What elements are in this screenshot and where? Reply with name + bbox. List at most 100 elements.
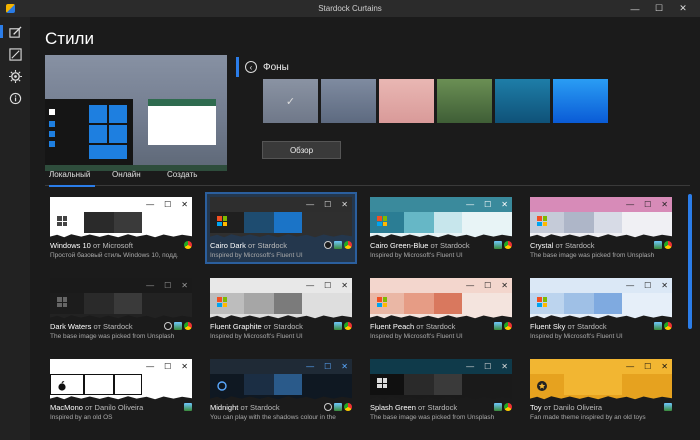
- style-card[interactable]: — ☐ ✕ Midnight от Stardock You can play with…: [207, 356, 355, 424]
- style-card[interactable]: — ☐ ✕ Cairo Green-Blue от Stardock Inspired …: [367, 194, 515, 262]
- style-badges: [324, 241, 352, 249]
- style-author: от Stardock: [430, 241, 470, 250]
- close-button[interactable]: ✕: [672, 0, 694, 17]
- style-title: Dark Waters: [50, 322, 92, 331]
- style-thumbnail: — ☐ ✕: [210, 359, 352, 401]
- style-badges: [324, 403, 352, 411]
- style-author: от Stardock: [567, 322, 607, 331]
- style-name: Fluent Graphite от Stardock: [210, 322, 303, 331]
- rail-info[interactable]: [0, 88, 30, 108]
- maximize-icon: ☐: [164, 281, 172, 290]
- chrome-icon: [344, 403, 352, 411]
- rail-settings[interactable]: [0, 66, 30, 86]
- style-card[interactable]: — ☐ ✕ MacMono от Danilo Oliveira Inspired by…: [47, 356, 195, 424]
- style-thumbnail: — ☐ ✕: [210, 278, 352, 320]
- minimize-icon: —: [630, 3, 640, 14]
- windows-logo-icon: [57, 297, 67, 307]
- chrome-icon: [664, 322, 672, 330]
- style-description: The base image was picked from Unsplash: [530, 252, 655, 259]
- minimize-icon: —: [466, 200, 475, 209]
- apple-logo-icon: [57, 378, 67, 391]
- style-card[interactable]: — ☐ ✕ Toy от Danilo Oliveira Fan made theme …: [527, 356, 675, 424]
- img-icon: [494, 241, 502, 249]
- style-card[interactable]: — ☐ ✕ Fluent Peach от Stardock Inspired by M…: [367, 275, 515, 343]
- style-card[interactable]: — ☐ ✕ Splash Green от Stardock The base imag…: [367, 356, 515, 424]
- img-icon: [184, 403, 192, 411]
- browse-button[interactable]: Обзор: [262, 141, 341, 159]
- section-accent: [236, 57, 239, 77]
- style-card[interactable]: — ☐ ✕ Cairo Dark от Stardock Inspired by Mic…: [205, 192, 357, 264]
- style-card[interactable]: — ☐ ✕ Fluent Sky от Stardock Inspired by Mic…: [527, 275, 675, 343]
- preview-window: [148, 99, 216, 145]
- minimize-icon: —: [146, 200, 155, 209]
- backgrounds-header: ‹ Фоны: [236, 57, 289, 77]
- tab-online-label: Онлайн: [112, 170, 141, 179]
- style-badges: [494, 403, 512, 411]
- close-icon: ✕: [341, 281, 348, 290]
- rail-editor[interactable]: [0, 44, 30, 64]
- windows-logo-icon: [537, 216, 547, 226]
- rail-active-indicator: [0, 25, 3, 38]
- background-thumb-blue-bloom[interactable]: [553, 79, 608, 123]
- backgrounds-label: Фоны: [263, 61, 289, 73]
- maximize-icon: ☐: [654, 3, 664, 13]
- background-thumb-pink-sky[interactable]: [379, 79, 434, 123]
- style-description: Inspired by an old OS: [50, 414, 113, 421]
- style-badges: [494, 241, 512, 249]
- style-thumbnail: — ☐ ✕: [50, 278, 192, 320]
- style-description: Inspired by Microsoft's Fluent UI: [530, 333, 623, 340]
- style-badges: [184, 241, 192, 249]
- back-button[interactable]: ‹: [245, 61, 257, 73]
- style-description: Inspired by Microsoft's Fluent UI: [370, 252, 463, 259]
- style-card[interactable]: — ☐ ✕ Fluent Graphite от Stardock Inspired b…: [207, 275, 355, 343]
- background-thumb-aerial-forest[interactable]: [437, 79, 492, 123]
- rail-styles[interactable]: [0, 22, 30, 42]
- maximize-icon: ☐: [644, 281, 652, 290]
- background-thumb-ocean[interactable]: [495, 79, 550, 123]
- edit-style-icon: [8, 25, 22, 38]
- chrome-icon: [344, 241, 352, 249]
- close-icon: ✕: [661, 200, 668, 209]
- chrome-icon: [504, 322, 512, 330]
- maximize-icon: ☐: [484, 362, 492, 371]
- style-thumbnail: — ☐ ✕: [50, 359, 192, 401]
- tab-create[interactable]: Создать: [167, 170, 197, 186]
- style-description: The base image was picked from Unsplash: [50, 333, 175, 340]
- maximize-button[interactable]: ☐: [648, 0, 670, 17]
- style-preview: [45, 55, 227, 171]
- minimize-icon: —: [466, 362, 475, 371]
- style-title: MacMono: [50, 403, 83, 412]
- background-thumb-selected-grey[interactable]: ✓: [263, 79, 318, 123]
- windows-logo-icon: [377, 216, 387, 226]
- style-name: Splash Green от Stardock: [370, 403, 457, 412]
- minimize-button[interactable]: —: [624, 0, 646, 17]
- style-badges: [184, 403, 192, 411]
- tab-local[interactable]: Локальный: [49, 170, 95, 187]
- windows-logo-icon: [57, 216, 67, 226]
- style-badges: [654, 322, 672, 330]
- close-icon: ✕: [181, 281, 188, 290]
- background-thumb-blue-grey[interactable]: [321, 79, 376, 123]
- tab-online[interactable]: Онлайн: [112, 170, 141, 186]
- style-card[interactable]: — ☐ ✕ Crystal от Stardock The base image was…: [527, 194, 675, 262]
- windows-logo-icon: [217, 297, 227, 307]
- chrome-icon: [664, 241, 672, 249]
- tabs: Локальный Онлайн Создать: [45, 170, 690, 187]
- style-card[interactable]: — ☐ ✕ Dark Waters от Stardock The base image…: [47, 275, 195, 343]
- style-title: Toy: [530, 403, 542, 412]
- minimize-icon: —: [626, 200, 635, 209]
- moon-icon: [164, 322, 172, 330]
- style-author: от Stardock: [416, 322, 456, 331]
- style-card[interactable]: — ☐ ✕ Windows 10 от Microsoft Простой базовы…: [47, 194, 195, 262]
- maximize-icon: ☐: [324, 200, 332, 209]
- style-description: Inspired by Microsoft's Fluent UI: [210, 252, 303, 259]
- scrollbar[interactable]: [688, 194, 692, 329]
- img-icon: [334, 241, 342, 249]
- maximize-icon: ☐: [484, 200, 492, 209]
- tab-local-label: Локальный: [49, 170, 91, 179]
- style-badges: [494, 322, 512, 330]
- style-badges: [334, 322, 352, 330]
- tab-create-label: Создать: [167, 170, 198, 179]
- minimize-icon: —: [306, 281, 315, 290]
- style-title: Fluent Sky: [530, 322, 566, 331]
